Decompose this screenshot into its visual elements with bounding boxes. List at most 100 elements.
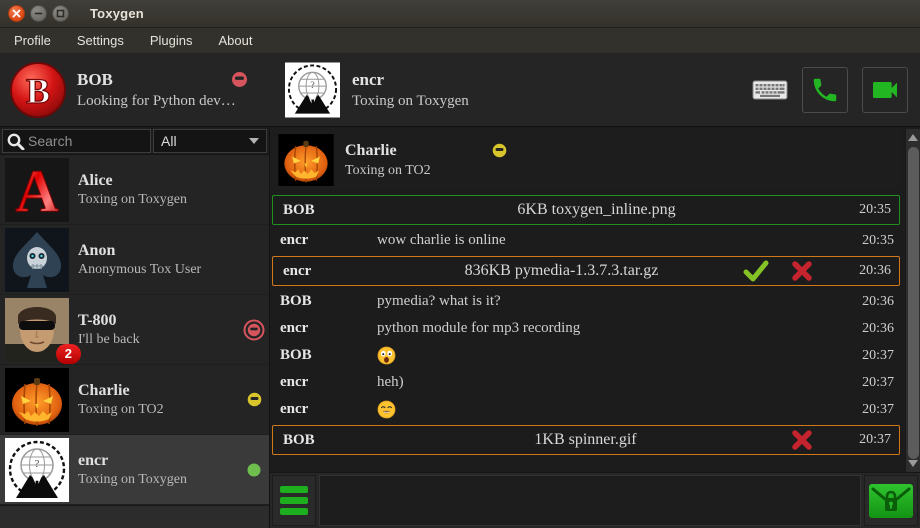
scroll-down-icon[interactable]: [908, 460, 918, 467]
file-transfer-label: 6KB toxygen_inline.png: [380, 201, 813, 219]
scrollbar-thumb[interactable]: [908, 147, 919, 459]
message-text: python module for mp3 recording: [377, 320, 816, 337]
minimize-icon[interactable]: [30, 5, 47, 22]
message-list: BOB 6KB toxygen_inline.png 20:35 encr wo…: [270, 189, 902, 455]
svg-text:A: A: [15, 158, 58, 222]
decline-file-icon[interactable]: [791, 429, 813, 451]
titlebar: Toxygen: [0, 0, 920, 28]
file-transfer-label: 1KB spinner.gif: [380, 431, 791, 449]
menu-profile[interactable]: Profile: [2, 30, 63, 51]
message-sender: BOB: [280, 293, 377, 310]
self-profile[interactable]: B BOB Looking for Python dev…: [0, 62, 270, 118]
svg-text:?: ?: [35, 458, 40, 470]
message-row: BOB pymedia? what is it? 20:36: [270, 288, 902, 315]
self-name: BOB: [77, 70, 113, 90]
filter-value: All: [161, 133, 177, 149]
menu-settings[interactable]: Settings: [65, 30, 136, 51]
message-text: wow charlie is online: [377, 232, 816, 249]
chevron-down-icon: [249, 138, 259, 144]
search-row: All: [0, 127, 269, 155]
message-time: 20:36: [838, 321, 894, 337]
message-sender: encr: [280, 401, 377, 418]
message-text: heh): [377, 374, 816, 391]
search-input[interactable]: [28, 133, 146, 149]
contacts-filter-dropdown[interactable]: All: [153, 129, 267, 153]
online-status-icon: [247, 463, 261, 477]
file-transfer-label: 836KB pymedia-1.3.7.3.tar.gz: [380, 262, 743, 280]
contact-list: A Alice Toxing on Toxygen: [0, 155, 269, 528]
search-box[interactable]: [2, 129, 151, 153]
contact-name: Alice: [78, 172, 239, 190]
self-status-message: Looking for Python dev…: [77, 93, 250, 110]
self-avatar[interactable]: B: [10, 62, 66, 118]
window-title: Toxygen: [90, 6, 144, 21]
menu-bars-icon: [280, 497, 308, 504]
close-icon[interactable]: [8, 5, 25, 22]
contact-status-message: Anonymous Tox User: [78, 262, 239, 278]
message-sender: encr: [280, 320, 377, 337]
message-time: 20:37: [835, 432, 891, 448]
message-sender: encr: [280, 232, 377, 249]
peer-name: encr: [352, 70, 384, 90]
menu-plugins[interactable]: Plugins: [138, 30, 205, 51]
contact-row-alice[interactable]: A Alice Toxing on Toxygen: [0, 155, 269, 225]
contact-status-message: Toxing on Toxygen: [78, 192, 239, 208]
menu-bars-icon: [280, 486, 308, 493]
message-row: encr 20:37: [270, 396, 902, 423]
peer-status-message: Toxing on Toxygen: [352, 93, 732, 110]
message-time: 20:35: [838, 233, 894, 249]
composer-bar: [270, 472, 920, 528]
svg-text:B: B: [26, 71, 50, 111]
message-time: 20:37: [838, 375, 894, 391]
message-time: 20:36: [835, 263, 891, 279]
message-sender: BOB: [280, 347, 377, 364]
away-status-icon: [247, 392, 262, 407]
message-row: encr wow charlie is online 20:35: [270, 227, 902, 254]
unread-badge: 2: [56, 344, 81, 364]
contact-row-charlie[interactable]: Charlie Toxing on TO2: [0, 365, 269, 435]
message-row-file[interactable]: BOB 6KB toxygen_inline.png 20:35: [272, 195, 900, 225]
contact-row-encr[interactable]: ? encr Toxing on Toxygen: [0, 435, 269, 505]
screen-keyboard-icon[interactable]: [752, 78, 788, 102]
chat-scroll-area: Charlie Toxing on TO2 BOB 6KB toxygen_in…: [270, 127, 920, 472]
contact-row-anon[interactable]: Anon Anonymous Tox User: [0, 225, 269, 295]
chat-peer-avatar: [278, 134, 334, 186]
phone-icon: [810, 75, 840, 105]
contact-row-t800[interactable]: 2 T-800 I'll be back: [0, 295, 269, 365]
chat-scrollbar[interactable]: [905, 129, 920, 472]
send-message-button[interactable]: [864, 475, 918, 526]
chat-peer-status-message: Toxing on TO2: [345, 163, 882, 179]
charlie-avatar: [5, 368, 69, 432]
message-row-file[interactable]: encr 836KB pymedia-1.3.7.3.tar.gz 20:36: [272, 256, 900, 286]
t800-avatar: 2: [5, 298, 69, 362]
busy-unread-status-icon: [243, 319, 265, 341]
audio-call-button[interactable]: [802, 67, 848, 113]
chat-peer-name: Charlie: [345, 142, 397, 160]
message-row: encr heh) 20:37: [270, 369, 902, 396]
contact-name: encr: [78, 452, 239, 470]
menu-about[interactable]: About: [206, 30, 264, 51]
contact-status-message: I'll be back: [78, 332, 239, 348]
message-sender: BOB: [283, 432, 380, 449]
contacts-sidebar: All A: [0, 127, 270, 528]
message-time: 20:37: [838, 402, 894, 418]
maximize-icon[interactable]: [52, 5, 69, 22]
scroll-up-icon[interactable]: [908, 134, 918, 141]
menubar: Profile Settings Plugins About: [0, 28, 920, 53]
encr-avatar: ?: [5, 438, 69, 502]
away-status-icon: [492, 143, 507, 158]
message-input[interactable]: [319, 475, 861, 526]
message-time: 20:37: [838, 348, 894, 364]
search-icon: [6, 132, 26, 150]
contact-status-message: Toxing on TO2: [78, 402, 239, 418]
video-call-button[interactable]: [862, 67, 908, 113]
peer-profile: ? encr Toxing on Toxygen: [285, 62, 752, 118]
message-time: 20:35: [835, 202, 891, 218]
decline-file-icon[interactable]: [791, 260, 813, 282]
contact-name: T-800: [78, 312, 239, 330]
header: B BOB Looking for Python dev…: [0, 53, 920, 127]
attachments-menu-button[interactable]: [272, 475, 316, 526]
message-row: encr python module for mp3 recording 20:…: [270, 315, 902, 342]
message-row-file[interactable]: BOB 1KB spinner.gif 20:37: [272, 425, 900, 455]
accept-file-icon[interactable]: [743, 260, 769, 282]
